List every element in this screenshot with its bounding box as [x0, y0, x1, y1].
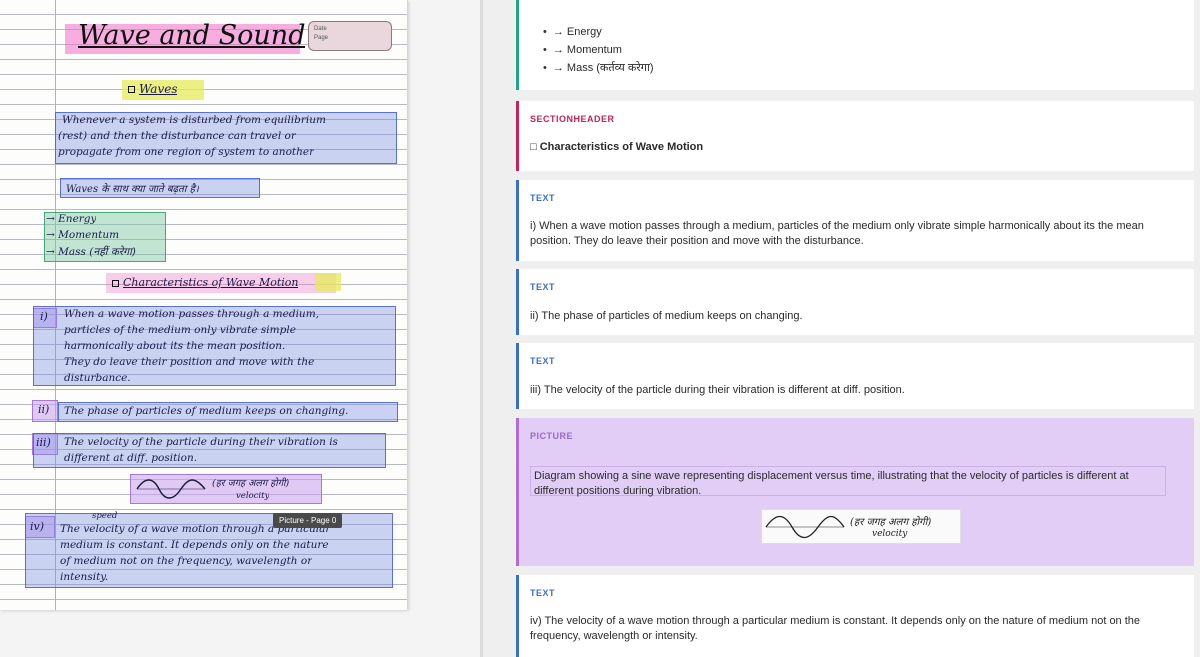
picture-note-velocity: velocity: [236, 491, 270, 501]
list-item-mass: Mass (नहीं करेगा): [58, 246, 136, 258]
card-label: SECTIONHEADER: [530, 114, 615, 124]
point1-line4: They do leave their position and move wi…: [64, 356, 315, 368]
text-card-2-content: ii) The phase of particles of medium kee…: [530, 310, 803, 322]
picture-note: (हर जगह अलग होगी): [212, 478, 290, 489]
picture-thumb-velocity: velocity: [872, 529, 908, 539]
roman-iii: iii): [36, 436, 51, 449]
picture-thumbnail[interactable]: (हर जगह अलग होगी) velocity: [761, 509, 961, 544]
roman-iv: iv): [30, 520, 45, 533]
point4-line3: of medium not on the frequency, waveleng…: [60, 555, 313, 567]
date-page-box: Date Page: [308, 21, 392, 51]
list-item: → Energy: [46, 213, 97, 225]
text-card-1-content: i) When a wave motion passes through a m…: [530, 220, 1144, 247]
point3-line2: different at diff. position.: [64, 452, 198, 464]
checkbox-icon: [112, 279, 119, 287]
pane-divider-track: [483, 0, 497, 657]
heading-char-text: Characteristics of Wave Motion: [123, 276, 299, 289]
picture-tooltip: Picture - Page 0: [273, 513, 343, 528]
hindi-line: Waves के साथ क्या जाते बढ़ता है।: [66, 184, 199, 195]
para1-line2: (rest) and then the disturbance can trav…: [58, 130, 296, 142]
card-label: TEXT: [530, 193, 556, 203]
list-card-item: → Mass (कर्तव्य करेगा): [543, 59, 654, 77]
point1-line3: harmonically about its the mean position…: [64, 340, 286, 352]
document-preview-pane: Wave and Sound Date Page Waves Whenever …: [0, 0, 480, 657]
list-item-energy: Energy: [58, 213, 97, 225]
date-label: Date: [314, 26, 327, 32]
page-label: Page: [314, 35, 329, 41]
point1-line5: disturbance.: [64, 372, 131, 384]
list-item: → Mass (नहीं करेगा): [46, 246, 136, 258]
sine-wave-sketch: [136, 479, 206, 499]
list-card-item: → Energy: [543, 23, 653, 41]
picture-thumb-note: (हर जगह अलग होगी): [850, 517, 932, 528]
card-label: PICTURE: [530, 431, 574, 441]
text-card-3-content: iii) The velocity of the particle during…: [530, 384, 905, 396]
para1-line3: propagate from one region of system to a…: [58, 146, 315, 158]
page-title: Wave and Sound: [78, 20, 306, 51]
card-label: TEXT: [530, 588, 556, 598]
point3-line1: The velocity of the particle during thei…: [64, 436, 338, 448]
list-item: → Momentum: [46, 229, 120, 241]
list-card[interactable]: → Energy → Momentum → Mass (कर्तव्य करेग…: [516, 0, 1194, 90]
card-label: TEXT: [530, 356, 556, 366]
roman-ii: ii): [38, 403, 50, 416]
picture-card[interactable]: PICTURE Diagram showing a sine wave repr…: [516, 418, 1194, 566]
text-card-4[interactable]: TEXT iv) The velocity of a wave motion t…: [516, 575, 1194, 657]
heading-waves: Waves: [128, 82, 177, 96]
para1-line1: Whenever a system is disturbed from equi…: [62, 114, 326, 126]
section-header-text: □ Characteristics of Wave Motion: [530, 141, 704, 153]
text-card-1[interactable]: TEXT i) When a wave motion passes throug…: [516, 180, 1194, 261]
extracted-elements-pane: → Energy → Momentum → Mass (कर्तव्य करेग…: [497, 0, 1200, 657]
text-card-4-content: iv) The velocity of a wave motion throug…: [530, 615, 1141, 642]
list-card-items: → Energy → Momentum → Mass (कर्तव्य करेग…: [543, 23, 654, 77]
heading-char-highlight-end: [315, 273, 341, 291]
text-card-3[interactable]: TEXT iii) The velocity of the particle d…: [516, 343, 1194, 409]
heading-waves-text: Waves: [139, 82, 178, 96]
checkbox-icon: [128, 86, 135, 93]
text-card-2[interactable]: TEXT ii) The phase of particles of mediu…: [516, 269, 1194, 335]
heading-characteristics: Characteristics of Wave Motion: [112, 276, 298, 289]
notebook-page: Wave and Sound Date Page Waves Whenever …: [0, 0, 408, 610]
roman-i: i): [40, 310, 48, 323]
picture-caption: Diagram showing a sine wave representing…: [530, 466, 1166, 497]
point4-line4: intensity.: [60, 571, 109, 583]
point4-line2: medium is constant. It depends only on t…: [60, 539, 329, 551]
list-card-item: → Momentum: [543, 41, 653, 59]
point2-line: The phase of particles of medium keeps o…: [64, 405, 349, 417]
sine-wave-icon: [765, 515, 845, 539]
point1-line2: particles of the medium only vibrate sim…: [64, 324, 296, 336]
section-header-card[interactable]: SECTIONHEADER □ Characteristics of Wave …: [516, 101, 1194, 171]
point4-speed-note: speed: [92, 511, 118, 521]
point1-line1: When a wave motion passes through a medi…: [64, 308, 319, 320]
card-label: TEXT: [530, 282, 556, 292]
list-item-momentum: Momentum: [58, 229, 120, 241]
